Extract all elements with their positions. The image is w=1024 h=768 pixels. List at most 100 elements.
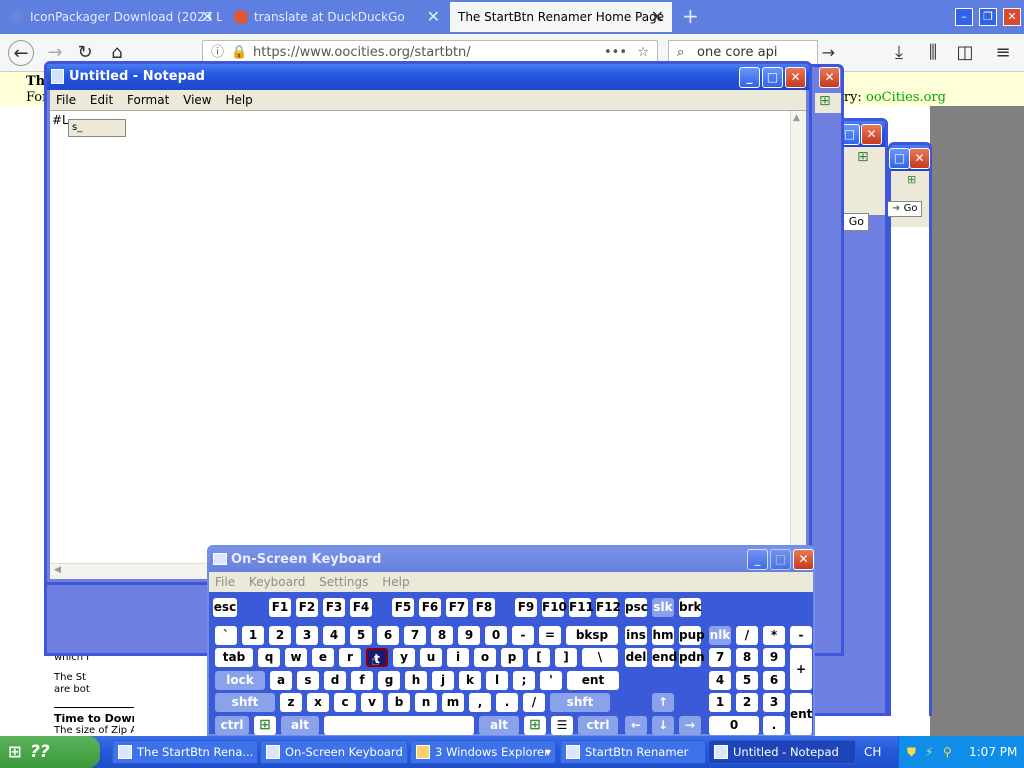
- sidebar-icon[interactable]: ◫: [952, 40, 978, 66]
- close-tab-icon[interactable]: ✕: [427, 2, 440, 32]
- osk-key-w[interactable]: w: [285, 648, 307, 667]
- osk-key-F6[interactable]: F6: [419, 598, 441, 617]
- search-go-icon[interactable]: →: [822, 41, 835, 65]
- osk-key-i[interactable]: i: [447, 648, 469, 667]
- osk-key-hm[interactable]: hm: [652, 626, 674, 645]
- osk-key-u42[interactable]: *: [763, 626, 785, 645]
- group-dropdown-icon[interactable]: ▾: [545, 741, 551, 763]
- background-window-3[interactable]: □ ✕ ⊞ ➜ Go: [887, 142, 932, 717]
- osk-key-9[interactable]: 9: [458, 626, 480, 645]
- taskbar-item-startbtn-renamer[interactable]: StartBtn Renamer: [560, 740, 706, 764]
- back-icon[interactable]: ←: [8, 40, 34, 66]
- close-button[interactable]: ✕: [819, 67, 840, 88]
- osk-key-F2[interactable]: F2: [296, 598, 318, 617]
- osk-key-u44[interactable]: ,: [469, 693, 491, 712]
- osk-key-alt[interactable]: alt: [281, 716, 319, 735]
- osk-key-psc[interactable]: psc: [625, 598, 648, 617]
- tab-duckduckgo[interactable]: translate at DuckDuckGo ✕: [224, 2, 448, 32]
- osk-key-u43[interactable]: +: [790, 648, 812, 690]
- osk-key-5[interactable]: 5: [350, 626, 372, 645]
- menu-view[interactable]: View: [183, 93, 211, 107]
- osk-key-o[interactable]: o: [474, 648, 496, 667]
- menu-settings[interactable]: Settings: [319, 575, 368, 589]
- osk-key-5[interactable]: 5: [736, 671, 758, 690]
- scroll-up-icon[interactable]: ▲: [793, 113, 800, 123]
- osk-key-4[interactable]: 4: [709, 671, 731, 690]
- osk-key-8[interactable]: 8: [431, 626, 453, 645]
- close-button[interactable]: ✕: [909, 148, 930, 169]
- osk-key-F8[interactable]: F8: [473, 598, 495, 617]
- osk-key-F4[interactable]: F4: [350, 598, 372, 617]
- osk-key-d[interactable]: d: [324, 671, 346, 690]
- menu-file[interactable]: File: [215, 575, 235, 589]
- osk-key-6[interactable]: 6: [377, 626, 399, 645]
- osk-key-u93[interactable]: ]: [555, 648, 577, 667]
- osk-key-p[interactable]: p: [501, 648, 523, 667]
- language-indicator[interactable]: CH: [864, 736, 881, 768]
- osk-key-u46[interactable]: .: [496, 693, 518, 712]
- osk-titlebar[interactable]: On-Screen Keyboard _ □ ✕: [209, 547, 814, 572]
- osk-key-7[interactable]: 7: [404, 626, 426, 645]
- osk-key-shft[interactable]: shft: [550, 693, 610, 712]
- osk-key-F10[interactable]: F10: [542, 598, 567, 617]
- minimize-button[interactable]: _: [739, 67, 760, 88]
- osk-key-4[interactable]: 4: [323, 626, 345, 645]
- osk-key-F5[interactable]: F5: [392, 598, 414, 617]
- osk-key-u47[interactable]: /: [523, 693, 545, 712]
- tab-iconpackager[interactable]: IconPackager Download (2023 La ✕: [0, 2, 222, 32]
- menu-edit[interactable]: Edit: [90, 93, 113, 107]
- osk-key-x[interactable]: x: [307, 693, 329, 712]
- osk-key-F11[interactable]: F11: [569, 598, 594, 617]
- new-tab-button[interactable]: +: [682, 4, 699, 28]
- osk-key-q[interactable]: q: [258, 648, 280, 667]
- osk-key-tab[interactable]: tab: [215, 648, 253, 667]
- scroll-left-icon[interactable]: ◀: [54, 565, 61, 575]
- notepad-titlebar[interactable]: Untitled - Notepad: [47, 64, 809, 90]
- maximize-button[interactable]: □: [889, 148, 910, 169]
- osk-key-u46[interactable]: .: [763, 716, 785, 735]
- osk-key-F3[interactable]: F3: [323, 598, 345, 617]
- osk-key-u9776[interactable]: ☰: [551, 716, 573, 735]
- osk-key-v[interactable]: v: [361, 693, 383, 712]
- menu-format[interactable]: Format: [127, 93, 169, 107]
- osk-key-3[interactable]: 3: [296, 626, 318, 645]
- close-button[interactable]: ✕: [861, 124, 882, 145]
- osk-key-alt[interactable]: alt: [479, 716, 519, 735]
- osk-key-3[interactable]: 3: [763, 693, 785, 712]
- osk-key-F12[interactable]: F12: [596, 598, 621, 617]
- taskbar-item-startbtn-page[interactable]: The StartBtn Rena...: [112, 740, 258, 764]
- minimize-button[interactable]: –: [955, 8, 973, 26]
- close-tab-icon[interactable]: ✕: [201, 2, 214, 32]
- osk-key-u39[interactable]: ': [540, 671, 562, 690]
- network-icon[interactable]: ⚡: [925, 736, 933, 768]
- vertical-scrollbar[interactable]: ▲: [790, 111, 806, 579]
- osk-key-8[interactable]: 8: [736, 648, 758, 667]
- minimize-button[interactable]: _: [747, 549, 768, 570]
- close-button[interactable]: ✕: [793, 549, 814, 570]
- menu-help[interactable]: Help: [225, 93, 252, 107]
- osk-key-1[interactable]: 1: [242, 626, 264, 645]
- osk-key-a[interactable]: a: [270, 671, 292, 690]
- osk-key-u8862[interactable]: ⊞: [524, 716, 546, 735]
- osk-key-h[interactable]: h: [405, 671, 427, 690]
- security-shield-icon[interactable]: ⛊: [907, 736, 916, 768]
- osk-key-u92[interactable]: \: [582, 648, 618, 667]
- osk-key-u45[interactable]: -: [512, 626, 534, 645]
- osk-key-bksp[interactable]: bksp: [566, 626, 618, 645]
- osk-key-0[interactable]: 0: [485, 626, 507, 645]
- osk-key-u61[interactable]: =: [539, 626, 561, 645]
- osk-key-2[interactable]: 2: [736, 693, 758, 712]
- notepad-window[interactable]: Untitled - Notepad _ □ ✕ File Edit Forma…: [44, 61, 812, 585]
- osk-key-u47[interactable]: /: [736, 626, 758, 645]
- osk-key-k[interactable]: k: [459, 671, 481, 690]
- menu-file[interactable]: File: [56, 93, 76, 107]
- notepad-text-area[interactable]: #L s_ ▲ ◀: [50, 110, 806, 579]
- osk-key-del[interactable]: del: [625, 648, 647, 667]
- maximize-button[interactable]: □: [770, 549, 791, 570]
- osk-key-u8592[interactable]: ←: [625, 716, 647, 735]
- close-button[interactable]: ✕: [785, 67, 806, 88]
- osk-key-shft[interactable]: shft: [215, 693, 275, 712]
- osk-key-2[interactable]: 2: [269, 626, 291, 645]
- osk-key-space[interactable]: [324, 716, 474, 735]
- osk-key-ctrl[interactable]: ctrl: [215, 716, 249, 735]
